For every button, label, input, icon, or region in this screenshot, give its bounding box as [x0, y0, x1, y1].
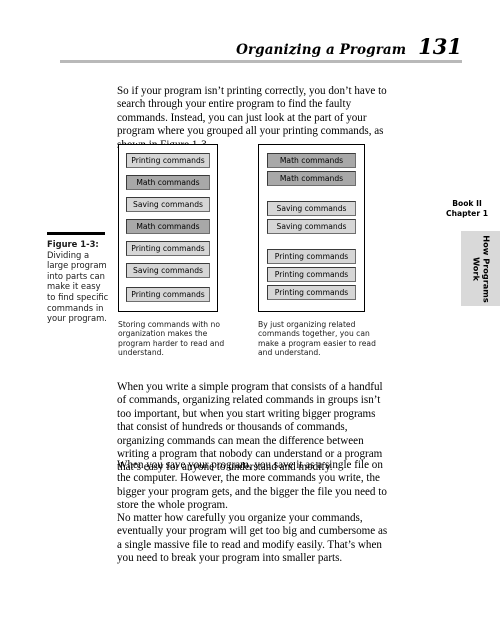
- command-box: Printing commands: [126, 153, 210, 168]
- running-head: Organizing a Program 131: [40, 34, 462, 60]
- figure-caption: Figure 1-3: Dividing a large program int…: [47, 239, 109, 324]
- command-box: Saving commands: [267, 219, 356, 234]
- paragraph-4: No matter how carefully you organize you…: [117, 512, 394, 566]
- command-box: Math commands: [126, 219, 210, 234]
- page-number: 131: [418, 34, 462, 59]
- figure-left-panel: Printing commands Math commands Saving com…: [118, 144, 218, 312]
- figure-caption-rule: [47, 232, 105, 235]
- chapter-line: Chapter 1: [446, 208, 488, 218]
- command-box: Printing commands: [126, 287, 210, 302]
- book-line: Book II: [452, 199, 482, 208]
- command-box: Saving commands: [267, 201, 356, 216]
- paragraph-text: When you save your program, you save it …: [117, 459, 387, 512]
- figure-caption-text: Dividing a large program into parts can …: [47, 249, 109, 324]
- chapter-thumb-tab: How Programs Work: [461, 231, 500, 306]
- header-divider: [60, 60, 462, 63]
- command-box: Printing commands: [267, 249, 356, 264]
- figure-left-subcaption: Storing commands with no organization ma…: [118, 320, 225, 358]
- paragraph-text: No matter how carefully you organize you…: [117, 512, 388, 565]
- paragraph-intro: So if your program isn’t printing correc…: [117, 85, 394, 152]
- command-box: Printing commands: [267, 285, 356, 300]
- chapter-thumb-tab-label: How Programs Work: [471, 234, 492, 303]
- paragraph-3: When you save your program, you save it …: [117, 459, 394, 513]
- figure-caption-label: Figure 1-3:: [47, 239, 99, 249]
- command-box: Saving commands: [126, 197, 210, 212]
- command-box: Printing commands: [267, 267, 356, 282]
- book-chapter-label: Book II Chapter 1: [438, 199, 496, 219]
- figure-right-subcaption: By just organizing related commands toge…: [258, 320, 376, 358]
- paragraph-text: So if your program isn’t printing correc…: [117, 85, 387, 151]
- command-box: Math commands: [267, 171, 356, 186]
- document-page: Organizing a Program 131 So if your prog…: [0, 0, 500, 627]
- command-box: Math commands: [267, 153, 356, 168]
- running-head-title: Organizing a Program: [236, 42, 407, 58]
- command-box: Math commands: [126, 175, 210, 190]
- command-box: Saving commands: [126, 263, 210, 278]
- command-box: Printing commands: [126, 241, 210, 256]
- figure-right-panel: Math commands Math commands Saving command…: [258, 144, 365, 312]
